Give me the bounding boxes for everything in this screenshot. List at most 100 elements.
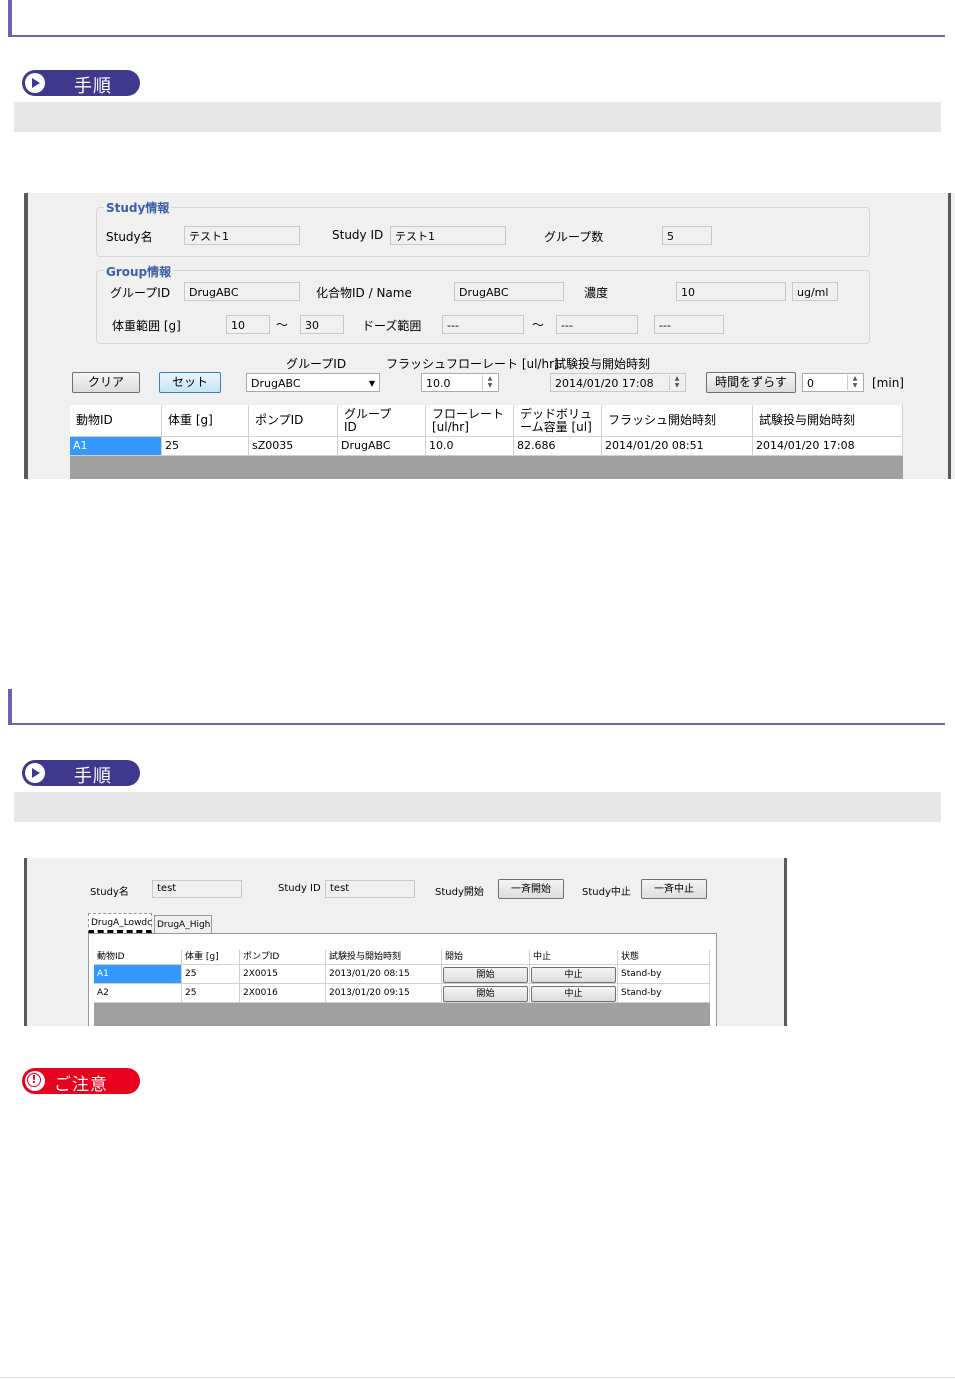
table-cell[interactable]: 25 <box>182 984 240 1003</box>
weight-max-field[interactable]: 30 <box>300 315 344 334</box>
tab-druga-lowdose[interactable]: DrugA_Lowdc <box>88 913 152 933</box>
table-row[interactable]: A1 25 sZ0035 DrugABC 10.0 82.686 2014/01/20 08… <box>70 437 903 456</box>
column-header[interactable]: 試験投与開始時刻 <box>326 950 442 965</box>
play-icon <box>32 78 40 88</box>
table-cell[interactable]: Stand-by <box>618 965 710 984</box>
table-cell[interactable]: Stand-by <box>618 984 710 1003</box>
column-header[interactable]: ポンプID <box>249 405 338 437</box>
window-right-border <box>948 193 951 479</box>
shift-time-button[interactable]: 時間をずらす <box>706 372 796 393</box>
table-cell[interactable]: 中止 <box>530 965 618 984</box>
table-cell[interactable]: 2013/01/20 09:15 <box>326 984 442 1003</box>
procedure-band-1 <box>14 102 941 132</box>
group-id-column-label: グループID <box>286 357 347 371</box>
group-id-field[interactable]: DrugABC <box>184 282 300 301</box>
table-cell[interactable]: 開始 <box>442 965 530 984</box>
dose-range-label: ドーズ範囲 <box>362 319 422 333</box>
window-left-border <box>24 193 28 479</box>
table-cell[interactable]: 2X0015 <box>240 965 326 984</box>
shift-minutes-stepper[interactable]: 0 ▲ ▼ <box>802 373 864 392</box>
column-header[interactable]: 動物ID <box>94 950 182 965</box>
shift-unit-label: [min] <box>872 376 904 390</box>
study-name-label: Study名 <box>90 887 129 898</box>
group-select[interactable]: DrugABC ▼ <box>246 373 380 392</box>
table-cell[interactable]: A1 <box>70 437 162 456</box>
set-button[interactable]: セット <box>159 372 221 393</box>
table-cell[interactable]: A2 <box>94 984 182 1003</box>
table-cell[interactable]: 2013/01/20 08:15 <box>326 965 442 984</box>
spin-arrows-icon[interactable]: ▲ ▼ <box>847 375 862 390</box>
table-cell[interactable]: 82.686 <box>514 437 602 456</box>
row-stop-button[interactable]: 中止 <box>531 986 616 1002</box>
table-cell[interactable]: 中止 <box>530 984 618 1003</box>
study-name-label: Study名 <box>106 230 153 244</box>
table-cell[interactable]: A1 <box>94 965 182 984</box>
table-row[interactable]: A1 25 2X0015 2013/01/20 08:15 開始 中止 Stand-by <box>94 965 710 984</box>
flush-rate-stepper[interactable]: 10.0 ▲ ▼ <box>421 373 499 392</box>
column-header[interactable]: 体重 [g] <box>162 405 249 437</box>
row-start-button[interactable]: 開始 <box>443 967 528 983</box>
stop-all-button[interactable]: 一斉中止 <box>641 879 707 899</box>
footer-divider <box>0 1377 955 1378</box>
study-id-field[interactable]: テスト1 <box>390 226 506 245</box>
concentration-label: 濃度 <box>584 286 609 300</box>
spin-arrows-icon[interactable]: ▲ ▼ <box>482 375 497 390</box>
table-cell[interactable]: DrugABC <box>338 437 426 456</box>
column-header[interactable]: フローレート [ul/hr] <box>426 405 514 437</box>
run-table: 動物ID 体重 [g] ポンプID 試験投与開始時刻 開始 中止 状態 A1 25 2X0015… <box>94 950 710 1026</box>
group-count-field[interactable]: 5 <box>662 226 712 245</box>
table-cell[interactable]: 2014/01/20 08:51 <box>602 437 753 456</box>
window-right-border <box>784 858 787 1026</box>
table-header-row: 動物ID 体重 [g] ポンプID グループ ID フローレート [ul/hr] デッドボ… <box>70 405 903 437</box>
dose-extra-field[interactable]: --- <box>654 315 724 334</box>
caution-label: ご注意 <box>54 1075 108 1095</box>
column-header[interactable]: 中止 <box>530 950 618 965</box>
play-icon <box>32 768 40 778</box>
weight-range-tilde: ～ <box>276 318 289 332</box>
dose-start-picker[interactable]: 2014/01/20 17:08 ▲ ▼ <box>550 373 686 392</box>
row-stop-button[interactable]: 中止 <box>531 967 616 983</box>
spin-arrows-icon[interactable]: ▲ ▼ <box>669 375 684 390</box>
column-header[interactable]: グループ ID <box>338 405 426 437</box>
column-header[interactable]: 状態 <box>618 950 710 965</box>
study-name-field[interactable]: test <box>152 880 242 898</box>
tab-druga-high[interactable]: DrugA_High <box>154 915 212 935</box>
table-cell[interactable]: sZ0035 <box>249 437 338 456</box>
table-cell[interactable]: 25 <box>182 965 240 984</box>
animal-table: 動物ID 体重 [g] ポンプID グループ ID フローレート [ul/hr] デッドボ… <box>70 405 903 479</box>
table-cell[interactable]: 2X0016 <box>240 984 326 1003</box>
study-name-field[interactable]: テスト1 <box>184 226 300 245</box>
weight-min-field[interactable]: 10 <box>226 315 270 334</box>
shift-minutes-value: 0 <box>807 377 814 390</box>
compound-field[interactable]: DrugABC <box>454 282 564 301</box>
table-cell[interactable]: 10.0 <box>426 437 514 456</box>
concentration-field[interactable]: 10 <box>676 282 786 301</box>
column-header[interactable]: 開始 <box>442 950 530 965</box>
procedure-label: 手順 <box>74 766 112 787</box>
column-header[interactable]: ポンプID <box>240 950 326 965</box>
column-header[interactable]: デッドボリュ ーム容量 [ul] <box>514 405 602 437</box>
weight-range-label: 体重範囲 [g] <box>112 319 181 333</box>
clear-button[interactable]: クリア <box>72 372 140 393</box>
group-info-legend: Group情報 <box>104 263 174 280</box>
column-header[interactable]: フラッシュ開始時刻 <box>602 405 753 437</box>
column-header[interactable]: 動物ID <box>70 405 162 437</box>
concentration-unit: ug/ml <box>792 282 838 301</box>
procedure-label: 手順 <box>74 76 112 97</box>
table-cell[interactable]: 25 <box>162 437 249 456</box>
table-row[interactable]: A2 25 2X0016 2013/01/20 09:15 開始 中止 Stand-by <box>94 984 710 1003</box>
table-cell[interactable]: 開始 <box>442 984 530 1003</box>
group-id-label: グループID <box>110 286 171 300</box>
column-header[interactable]: 体重 [g] <box>182 950 240 965</box>
dose-min-field[interactable]: --- <box>442 315 524 334</box>
start-all-button[interactable]: 一斉開始 <box>498 879 564 899</box>
procedure-badge-1: 手順 <box>22 70 140 97</box>
table-cell[interactable]: 2014/01/20 17:08 <box>753 437 903 456</box>
procedure-badge-2: 手順 <box>22 760 140 787</box>
flush-rate-value: 10.0 <box>426 377 451 390</box>
dose-max-field[interactable]: --- <box>556 315 638 334</box>
column-header[interactable]: 試験投与開始時刻 <box>753 405 903 437</box>
study-id-field[interactable]: test <box>325 880 415 898</box>
row-start-button[interactable]: 開始 <box>443 986 528 1002</box>
study-stop-label: Study中止 <box>582 887 631 898</box>
